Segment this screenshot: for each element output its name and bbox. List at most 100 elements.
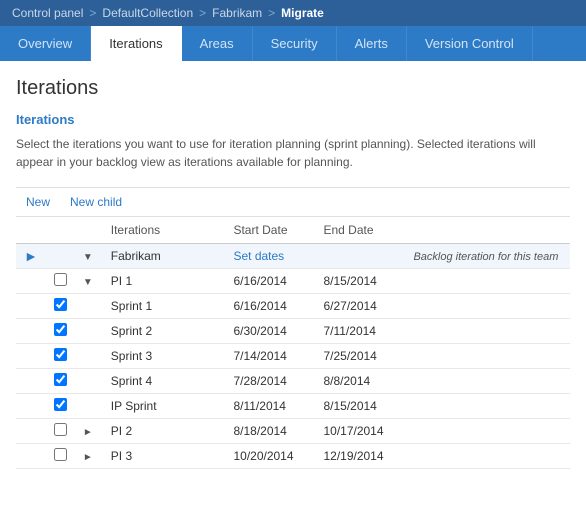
col-expand-header (75, 217, 103, 244)
row-name-cell: Sprint 2 (103, 319, 226, 344)
iteration-checkbox[interactable] (54, 398, 67, 411)
table-row: Sprint 3 7/14/2014 7/25/2014 (16, 344, 570, 369)
breadcrumb-fabrikam[interactable]: Fabrikam (212, 6, 262, 20)
table-row: Sprint 2 6/30/2014 7/11/2014 (16, 319, 570, 344)
row-check-cell[interactable] (46, 269, 75, 294)
iterations-table: Iterations Start Date End Date ► ▼ Fabri… (16, 217, 570, 469)
tab-security[interactable]: Security (253, 26, 337, 61)
iteration-checkbox[interactable] (54, 423, 67, 436)
row-expand-cell (75, 394, 103, 419)
row-backlog-cell (405, 269, 570, 294)
iteration-name: PI 3 (111, 449, 132, 463)
tab-overview[interactable]: Overview (0, 26, 91, 61)
iteration-checkbox[interactable] (54, 448, 67, 461)
col-end-header: End Date (315, 217, 405, 244)
row-start-cell: 7/28/2014 (225, 369, 315, 394)
row-check-cell[interactable] (46, 319, 75, 344)
row-start-cell: 8/11/2014 (225, 394, 315, 419)
row-start-cell: 6/16/2014 (225, 294, 315, 319)
col-backlog-header (405, 217, 570, 244)
new-child-button[interactable]: New child (60, 192, 132, 212)
row-expand-cell: ► (75, 419, 103, 444)
row-check-cell[interactable] (46, 344, 75, 369)
table-header-row: Iterations Start Date End Date (16, 217, 570, 244)
new-button[interactable]: New (16, 192, 60, 212)
row-start-cell: 6/30/2014 (225, 319, 315, 344)
row-name-cell: Sprint 1 (103, 294, 226, 319)
row-backlog-cell (405, 419, 570, 444)
iteration-checkbox[interactable] (54, 323, 67, 336)
row-backlog-cell (405, 444, 570, 469)
backlog-label: Backlog iteration for this team (413, 251, 558, 263)
row-check-cell[interactable] (46, 394, 75, 419)
row-end-cell: 7/25/2014 (315, 344, 405, 369)
table-row: Sprint 4 7/28/2014 8/8/2014 (16, 369, 570, 394)
row-check-cell[interactable] (46, 444, 75, 469)
breadcrumb-default-collection[interactable]: DefaultCollection (102, 6, 193, 20)
row-start-cell: 10/20/2014 (225, 444, 315, 469)
row-backlog-cell: Backlog iteration for this team (405, 244, 570, 269)
tab-areas[interactable]: Areas (182, 26, 253, 61)
row-name-cell: PI 3 (103, 444, 226, 469)
row-name-cell: IP Sprint (103, 394, 226, 419)
row-backlog-cell (405, 394, 570, 419)
row-arrow-cell (16, 294, 46, 319)
row-arrow-cell: ► (16, 244, 46, 269)
tab-alerts[interactable]: Alerts (337, 26, 407, 61)
row-backlog-cell (405, 369, 570, 394)
row-start-cell: 8/18/2014 (225, 419, 315, 444)
row-start-cell: 6/16/2014 (225, 269, 315, 294)
table-row: Sprint 1 6/16/2014 6/27/2014 (16, 294, 570, 319)
row-name-cell: Fabrikam (103, 244, 226, 269)
tab-version-control[interactable]: Version Control (407, 26, 533, 61)
expand-icon[interactable]: ▼ (83, 277, 93, 288)
expand-icon[interactable]: ► (83, 452, 93, 463)
tab-iterations[interactable]: Iterations (91, 26, 181, 61)
row-arrow-cell (16, 394, 46, 419)
iteration-name: Sprint 1 (111, 299, 152, 313)
toolbar: New New child (16, 187, 570, 217)
row-end-cell: 8/8/2014 (315, 369, 405, 394)
row-name-cell: Sprint 3 (103, 344, 226, 369)
page-title: Iterations (16, 77, 570, 100)
row-start-cell: 7/14/2014 (225, 344, 315, 369)
row-backlog-cell (405, 294, 570, 319)
collapse-icon[interactable]: ▼ (83, 252, 93, 263)
iteration-checkbox[interactable] (54, 298, 67, 311)
col-start-header: Start Date (225, 217, 315, 244)
page-content: Iterations Iterations Select the iterati… (0, 61, 586, 469)
row-check-cell[interactable] (46, 419, 75, 444)
table-row: IP Sprint 8/11/2014 8/15/2014 (16, 394, 570, 419)
row-expand-cell (75, 344, 103, 369)
row-check-cell[interactable] (46, 369, 75, 394)
iteration-name: Sprint 4 (111, 374, 152, 388)
row-end-cell (315, 244, 405, 269)
iteration-name: Sprint 3 (111, 349, 152, 363)
breadcrumb-control-panel[interactable]: Control panel (12, 6, 83, 20)
table-row: ► PI 3 10/20/2014 12/19/2014 (16, 444, 570, 469)
row-expand-cell: ► (75, 444, 103, 469)
set-dates-link[interactable]: Set dates (233, 249, 284, 263)
iteration-checkbox[interactable] (54, 373, 67, 386)
breadcrumb-sep-2: > (199, 6, 206, 20)
row-arrow-cell (16, 269, 46, 294)
row-expand-cell (75, 294, 103, 319)
row-check-cell (46, 244, 75, 269)
row-end-cell: 7/11/2014 (315, 319, 405, 344)
iteration-name: Fabrikam (111, 249, 161, 263)
row-check-cell[interactable] (46, 294, 75, 319)
iteration-checkbox[interactable] (54, 348, 67, 361)
expand-icon[interactable]: ► (83, 427, 93, 438)
table-row: ► PI 2 8/18/2014 10/17/2014 (16, 419, 570, 444)
breadcrumb-sep-3: > (268, 6, 275, 20)
table-row: ► ▼ Fabrikam Set dates Backlog iteration… (16, 244, 570, 269)
breadcrumb-sep-1: > (89, 6, 96, 20)
row-end-cell: 8/15/2014 (315, 269, 405, 294)
row-expand-cell (75, 369, 103, 394)
row-arrow-cell (16, 344, 46, 369)
tab-bar: Overview Iterations Areas Security Alert… (0, 26, 586, 61)
iteration-name: Sprint 2 (111, 324, 152, 338)
row-end-cell: 12/19/2014 (315, 444, 405, 469)
iteration-checkbox[interactable] (54, 273, 67, 286)
description: Select the iterations you want to use fo… (16, 135, 570, 171)
